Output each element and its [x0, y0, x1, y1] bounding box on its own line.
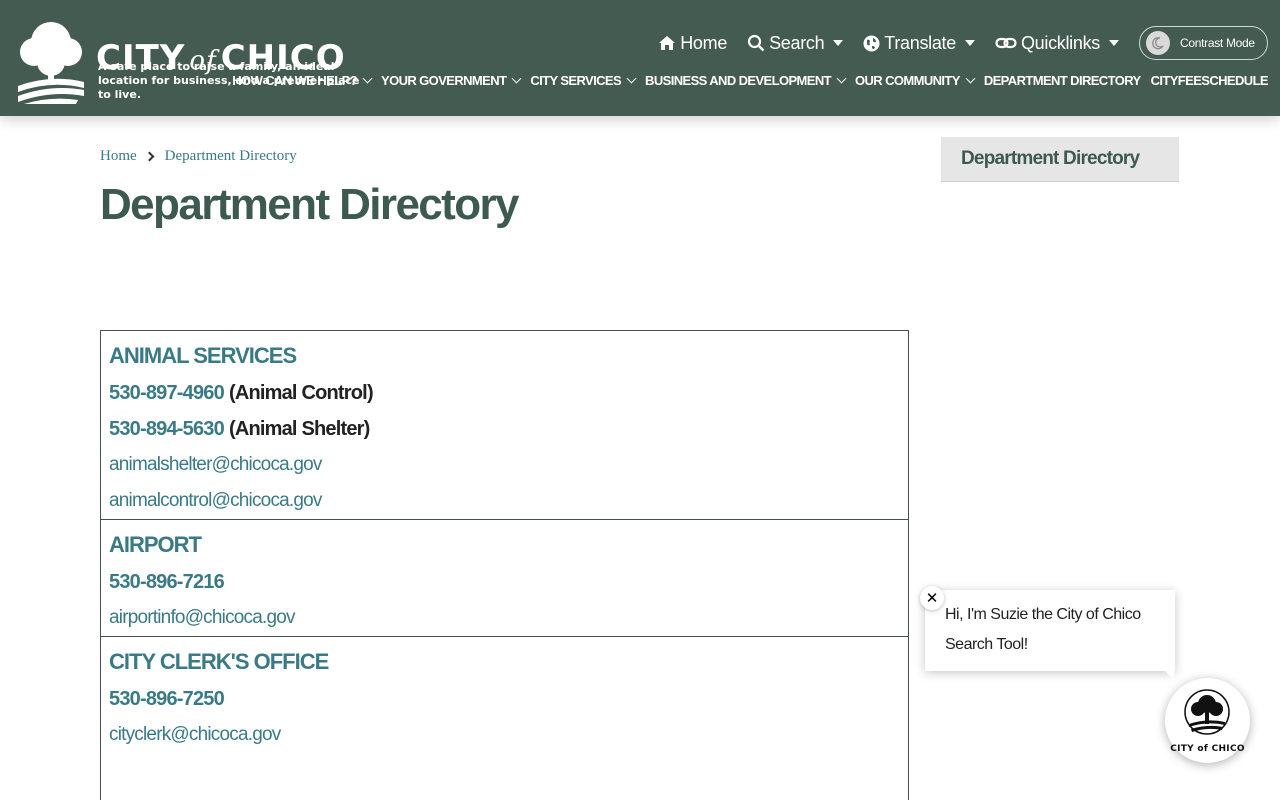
email-link[interactable]: animalshelter@chicoca.gov	[109, 454, 322, 476]
search-dropdown[interactable]: Search	[747, 32, 844, 54]
email-line: animalshelter@chicoca.gov	[109, 447, 900, 483]
chevron-down-icon	[626, 73, 637, 83]
table-row: ANIMAL SERVICES 530-897-4960 (Animal Con…	[101, 331, 908, 520]
table-row: CITY CLERK'S OFFICE 530-896-7250 citycle…	[101, 637, 908, 800]
nav-label: CITY SERVICES	[530, 72, 622, 88]
utility-nav: Home Search Translate Quicklinks Contras…	[638, 26, 1268, 60]
nav-label: YOUR GOVERNMENT	[381, 72, 507, 88]
phone-line: 530-896-7216	[109, 564, 900, 600]
department-name: AIRPORT	[109, 532, 202, 557]
search-icon	[747, 34, 765, 52]
home-link-label: Home	[680, 32, 728, 53]
site-header: CITY of CHICO A safe place to raise a fami…	[0, 0, 1280, 116]
department-name: CITY CLERK'S OFFICE	[109, 649, 329, 674]
breadcrumb-home-link[interactable]: Home	[100, 148, 137, 165]
home-icon	[659, 36, 676, 50]
home-link[interactable]: Home	[658, 33, 727, 54]
chevron-down-icon	[965, 73, 976, 83]
nav-how-can-we-help[interactable]: HOW CAN WE HELP?	[232, 72, 373, 88]
chevron-right-icon	[144, 151, 155, 162]
phone-link[interactable]: 530-896-7250	[109, 688, 225, 711]
chevron-down-icon	[836, 73, 847, 83]
breadcrumb-current-link[interactable]: Department Directory	[165, 148, 297, 165]
caret-down-icon	[1109, 40, 1119, 46]
main-nav: HOW CAN WE HELP? YOUR GOVERNMENT CITY SE…	[222, 68, 1268, 92]
nav-label: CITYFEESCHEDULE	[1150, 72, 1269, 88]
translate-label: Translate	[884, 32, 956, 53]
email-link[interactable]: animalcontrol@chicoca.gov	[109, 490, 322, 512]
phone-line: 530-897-4960 (Animal Control)	[109, 375, 900, 411]
nav-label: OUR COMMUNITY	[854, 72, 960, 88]
nav-business-and-development[interactable]: BUSINESS AND DEVELOPMENT	[645, 72, 847, 88]
nav-label: DEPARTMENT DIRECTORY	[983, 72, 1141, 88]
globe-icon	[863, 35, 880, 51]
department-table: ANIMAL SERVICES 530-897-4960 (Animal Con…	[100, 330, 909, 800]
email-link[interactable]: cityclerk@chicoca.gov	[109, 724, 281, 746]
nav-department-directory[interactable]: DEPARTMENT DIRECTORY	[984, 73, 1141, 88]
nav-label: HOW CAN WE HELP?	[232, 72, 357, 88]
breadcrumb: Home Department Directory	[100, 148, 297, 165]
email-line: airportinfo@chicoca.gov	[109, 600, 900, 636]
quicklinks-label: Quicklinks	[1020, 32, 1100, 53]
translate-dropdown[interactable]: Translate	[863, 33, 975, 54]
phone-line: 530-894-5630 (Animal Shelter)	[109, 411, 900, 447]
chat-greeting-bubble[interactable]: Hi, I'm Suzie the City of Chico Search T…	[925, 590, 1175, 671]
link-icon	[995, 37, 1017, 49]
caret-down-icon	[964, 40, 975, 46]
chevron-down-icon	[362, 73, 373, 83]
phone-link[interactable]: 530-896-7216	[109, 571, 225, 594]
phone-link[interactable]: 530-894-5630	[109, 418, 225, 441]
chat-avatar-label: CITY of CHICO	[1170, 744, 1245, 754]
page-title: Department Directory	[100, 180, 520, 229]
quicklinks-dropdown[interactable]: Quicklinks	[995, 33, 1119, 54]
city-logo[interactable]: CITY of CHICO A safe place to raise a fami…	[16, 20, 360, 108]
close-icon[interactable]: ✕	[920, 586, 944, 610]
chat-bubble-tail	[1160, 666, 1174, 680]
chevron-down-icon	[511, 73, 522, 83]
search-label: Search	[769, 32, 825, 53]
sidebar-nav-item-department-directory[interactable]: Department Directory	[941, 137, 1179, 182]
tree-logo-icon	[18, 22, 84, 104]
contrast-mode-toggle[interactable]: Contrast Mode	[1139, 26, 1268, 60]
nav-our-community[interactable]: OUR COMMUNITY	[854, 72, 976, 88]
nav-city-services[interactable]: CITY SERVICES	[530, 72, 637, 88]
contrast-mode-label: Contrast Mode	[1180, 36, 1255, 50]
email-link[interactable]: airportinfo@chicoca.gov	[109, 607, 296, 629]
nav-city-fee-schedule[interactable]: CITYFEESCHEDULE	[1150, 72, 1269, 88]
tree-logo-icon	[1184, 689, 1230, 735]
nav-label: BUSINESS AND DEVELOPMENT	[645, 72, 832, 88]
caret-down-icon	[833, 40, 844, 46]
email-line: animalcontrol@chicoca.gov	[109, 483, 900, 519]
chat-launcher-button[interactable]: CITY of CHICO	[1165, 678, 1250, 763]
phone-link[interactable]: 530-897-4960	[109, 382, 225, 405]
department-name: ANIMAL SERVICES	[109, 343, 297, 368]
phone-note: (Animal Control)	[228, 381, 374, 404]
table-row: AIRPORT 530-896-7216 airportinfo@chicoca…	[101, 520, 908, 637]
moon-icon	[1146, 31, 1170, 55]
phone-line: 530-896-7250	[109, 681, 900, 717]
email-line: cityclerk@chicoca.gov	[109, 717, 900, 753]
phone-note: (Animal Shelter)	[228, 417, 370, 440]
nav-your-government[interactable]: YOUR GOVERNMENT	[381, 72, 522, 88]
